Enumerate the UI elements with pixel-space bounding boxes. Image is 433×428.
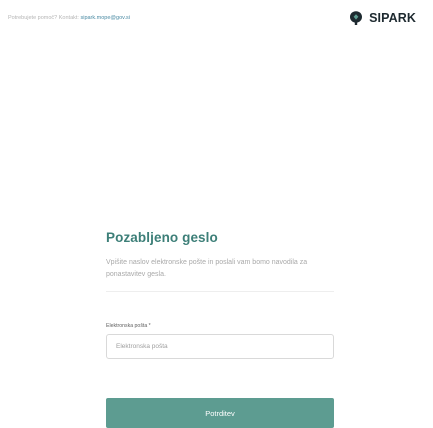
submit-button[interactable]: Potrditev [106, 398, 334, 428]
email-field-label: Elektronska pošta * [106, 323, 151, 329]
form-description: Vpišite naslov elektronske pošte in posl… [106, 259, 308, 278]
page-title: Pozabljeno geslo [106, 230, 218, 245]
email-field[interactable]: Elektronska pošta [106, 334, 334, 359]
sipark-logo[interactable]: SIPARK [348, 10, 416, 26]
logo-text: SIPARK [369, 11, 416, 25]
help-email-link[interactable]: sipark.mope@gov.si [80, 15, 130, 21]
forgot-password-form: Pozabljeno geslo Vpišite naslov elektron… [106, 230, 334, 359]
top-bar: Potrebujete pomoč? Kontakt: sipark.mope@… [0, 0, 433, 40]
email-field-placeholder: Elektronska pošta [116, 343, 168, 350]
sipark-logo-icon [350, 11, 363, 25]
help-contact: Potrebujete pomoč? Kontakt: sipark.mope@… [8, 15, 130, 21]
help-text: Potrebujete pomoč? Kontakt: [8, 15, 79, 21]
divider [106, 291, 334, 292]
